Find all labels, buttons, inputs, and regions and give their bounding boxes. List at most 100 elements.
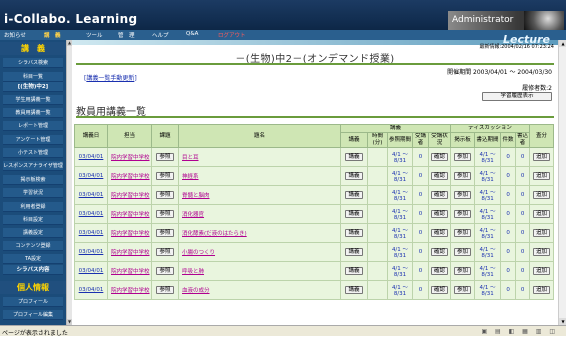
join-button[interactable]: 参加 (454, 286, 472, 294)
main-scrollbar[interactable]: ▲ ▼ (558, 40, 566, 325)
add-button[interactable]: 追加 (533, 248, 551, 256)
confirm-button[interactable]: 確認 (431, 191, 449, 199)
add-button[interactable]: 追加 (533, 286, 551, 294)
add-button[interactable]: 追加 (533, 191, 551, 199)
cell-teacher[interactable]: 院内学習中学校 (107, 147, 152, 167)
sidebar-item-current-course[interactable]: [(生物)中2] (3, 82, 63, 92)
subject-link[interactable]: 小腸のつくり (182, 250, 215, 256)
ref-button[interactable]: 参照 (156, 248, 174, 256)
cell-teacher[interactable]: 院内学習中学校 (107, 204, 152, 224)
sidebar-item-ta-settings[interactable]: TA設定 (3, 254, 63, 264)
subject-link[interactable]: 血液の成分 (182, 288, 210, 294)
sidebar-item-subject-settings[interactable]: 科目設定 (3, 215, 63, 225)
sidebar-item-content-registration[interactable]: コンテンツ登録 (3, 241, 63, 251)
cell-subject[interactable]: 消化酵素(だ液のはたらき) (178, 223, 341, 243)
cell-date[interactable]: 03/04/01 (74, 242, 108, 262)
join-button[interactable]: 参加 (454, 210, 472, 218)
subject-link[interactable]: 消化酵素(だ液のはたらき) (182, 231, 247, 237)
sidebar-item-study-status[interactable]: 学習状況 (3, 188, 63, 198)
date-link[interactable]: 03/04/01 (79, 249, 104, 255)
cell-date[interactable]: 03/04/01 (74, 204, 108, 224)
cell-teacher[interactable]: 院内学習中学校 (107, 242, 152, 262)
subject-link[interactable]: 呼吸と肺 (182, 269, 204, 275)
confirm-button[interactable]: 確認 (431, 229, 449, 237)
subject-link[interactable]: 目と耳 (182, 155, 199, 161)
sidebar-item-report[interactable]: レポート管理 (3, 121, 63, 131)
lecture-button[interactable]: 講義 (345, 248, 363, 256)
sidebar-item-course-list[interactable]: 科目一覧 (3, 72, 63, 82)
teacher-link[interactable]: 院内学習中学校 (111, 155, 150, 161)
menu-item-tools[interactable]: ツール (86, 31, 103, 39)
subject-link[interactable]: 神経系 (182, 174, 199, 180)
join-button[interactable]: 参加 (454, 153, 472, 161)
sidebar-item-board-search[interactable]: 掲示板検索 (3, 175, 63, 185)
join-button[interactable]: 参加 (454, 248, 472, 256)
cell-date[interactable]: 03/04/01 (74, 166, 108, 186)
cell-date[interactable]: 03/04/01 (74, 223, 108, 243)
teacher-link[interactable]: 院内学習中学校 (111, 193, 150, 199)
sidebar-item-user-registration[interactable]: 利用者登録 (3, 202, 63, 212)
teacher-link[interactable]: 院内学習中学校 (111, 174, 150, 180)
date-link[interactable]: 03/04/01 (79, 287, 104, 293)
cell-subject[interactable]: 小腸のつくり (178, 242, 341, 262)
menu-item-qa[interactable]: Q&A (186, 31, 198, 39)
confirm-button[interactable]: 確認 (431, 267, 449, 275)
cell-subject[interactable]: 脊髄と脳肉 (178, 185, 341, 205)
cell-subject[interactable]: 目と耳 (178, 147, 341, 167)
sidebar-item-profile-edit[interactable]: プロフィール編集 (3, 310, 63, 320)
study-history-button[interactable]: 学習履歴表示 (482, 92, 552, 101)
lecture-button[interactable]: 講義 (345, 210, 363, 218)
lecture-button[interactable]: 講義 (345, 172, 363, 180)
sidebar-item-profile[interactable]: プロフィール (3, 297, 63, 307)
sidebar-item-lecture-settings[interactable]: 講義設定 (3, 228, 63, 238)
confirm-button[interactable]: 確認 (431, 248, 449, 256)
menu-item-logout[interactable]: ログアウト (218, 31, 246, 39)
teacher-link[interactable]: 院内学習中学校 (111, 288, 150, 294)
date-link[interactable]: 03/04/01 (79, 173, 104, 179)
menu-item-help[interactable]: ヘルプ (152, 31, 169, 39)
cell-teacher[interactable]: 院内学習中学校 (107, 166, 152, 186)
teacher-link[interactable]: 院内学習中学校 (111, 231, 150, 237)
join-button[interactable]: 参加 (454, 191, 472, 199)
add-button[interactable]: 追加 (533, 267, 551, 275)
cell-subject[interactable]: 神経系 (178, 166, 341, 186)
sidebar-item-syllabus-content[interactable]: シラバス内容 (3, 265, 63, 275)
date-link[interactable]: 03/04/01 (79, 192, 104, 198)
sidebar-item-response-analyzer[interactable]: レスポンスアナライザ管理 (3, 161, 63, 171)
confirm-button[interactable]: 確認 (431, 286, 449, 294)
ref-button[interactable]: 参照 (156, 191, 174, 199)
menu-item-manage[interactable]: 管 理 (118, 31, 135, 39)
ref-button[interactable]: 参照 (156, 153, 174, 161)
ref-button[interactable]: 参照 (156, 172, 174, 180)
menu-item-lecture[interactable]: 講 義 (44, 31, 61, 39)
cell-teacher[interactable]: 院内学習中学校 (107, 185, 152, 205)
sidebar-item-quiz[interactable]: 小テスト管理 (3, 148, 63, 158)
cell-date[interactable]: 03/04/01 (74, 147, 108, 167)
join-button[interactable]: 参加 (454, 267, 472, 275)
sidebar-item-syllabus-search[interactable]: シラバス検索 (3, 58, 63, 68)
ref-button[interactable]: 参照 (156, 286, 174, 294)
ref-button[interactable]: 参照 (156, 229, 174, 237)
add-button[interactable]: 追加 (533, 172, 551, 180)
cell-date[interactable]: 03/04/01 (74, 280, 108, 300)
refresh-lecture-list-link[interactable]: 講義一覧手動更新 (86, 75, 134, 82)
cell-date[interactable]: 03/04/01 (74, 185, 108, 205)
cell-date[interactable]: 03/04/01 (74, 261, 108, 281)
ref-button[interactable]: 参照 (156, 210, 174, 218)
sidebar-item-survey[interactable]: アンケート管理 (3, 135, 63, 145)
subject-link[interactable]: 消化器官 (182, 212, 204, 218)
date-link[interactable]: 03/04/01 (79, 211, 104, 217)
lecture-button[interactable]: 講義 (345, 229, 363, 237)
lecture-button[interactable]: 講義 (345, 153, 363, 161)
add-button[interactable]: 追加 (533, 210, 551, 218)
teacher-link[interactable]: 院内学習中学校 (111, 250, 150, 256)
cell-subject[interactable]: 血液の成分 (178, 280, 341, 300)
date-link[interactable]: 03/04/01 (79, 154, 104, 160)
ref-button[interactable]: 参照 (156, 267, 174, 275)
date-link[interactable]: 03/04/01 (79, 268, 104, 274)
sidebar-item-teacher-lectures[interactable]: 教員用講義一覧 (3, 108, 63, 118)
cell-subject[interactable]: 呼吸と肺 (178, 261, 341, 281)
main-scroll-up-icon[interactable]: ▲ (559, 40, 566, 47)
join-button[interactable]: 参加 (454, 229, 472, 237)
add-button[interactable]: 追加 (533, 229, 551, 237)
